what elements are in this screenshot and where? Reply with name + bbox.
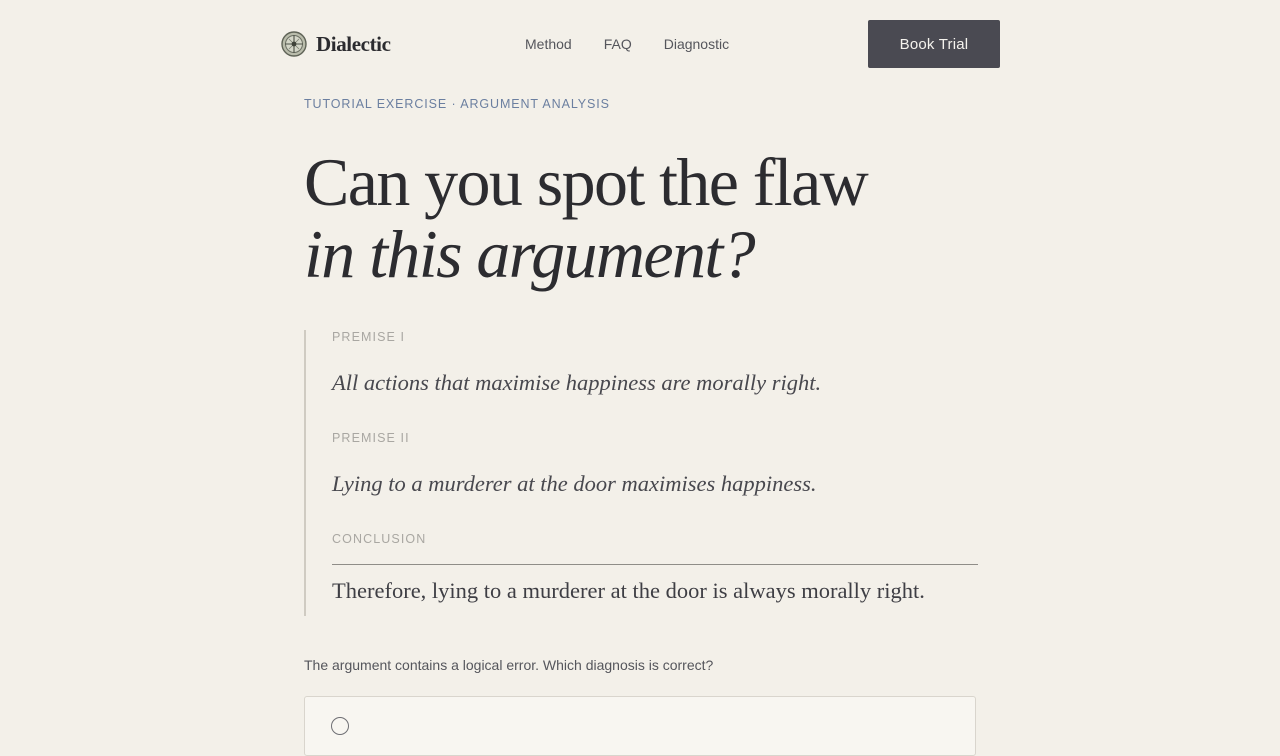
diagnosis-question: The argument contains a logical error. W…: [304, 657, 714, 673]
brand-name: Dialectic: [316, 31, 391, 56]
premise-2-text: Lying to a murderer at the door maximise…: [332, 471, 817, 496]
book-trial-button[interactable]: Book Trial: [868, 20, 1000, 68]
headline-line-1: Can you spot the flaw: [304, 144, 869, 220]
brand-link[interactable]: Dialectic: [281, 30, 391, 58]
nav-link-diagnostic[interactable]: Diagnostic: [664, 35, 729, 53]
premise-1-text: All actions that maximise happiness are …: [332, 370, 822, 395]
exercise-eyebrow: TUTORIAL EXERCISE · ARGUMENT ANALYSIS: [304, 97, 610, 111]
top-navigation: Dialectic Method FAQ Diagnostic Book Tri…: [0, 0, 1280, 88]
conclusion-divider: [332, 564, 978, 565]
conclusion-text: Therefore, lying to a murderer at the do…: [332, 578, 925, 603]
conclusion-label: CONCLUSION: [332, 532, 427, 546]
answer-option[interactable]: [304, 696, 976, 756]
page-title: Can you spot the flaw in this argument?: [304, 144, 869, 292]
argument-block: PREMISE I All actions that maximise happ…: [304, 330, 978, 616]
premise-1-label: PREMISE I: [332, 330, 406, 344]
nav-links: Method FAQ Diagnostic: [525, 35, 761, 53]
compass-seal-icon: [281, 31, 307, 57]
nav-link-faq[interactable]: FAQ: [604, 35, 632, 53]
headline-line-2: in this argument?: [304, 216, 756, 292]
nav-link-method[interactable]: Method: [525, 35, 572, 53]
premise-2-label: PREMISE II: [332, 431, 410, 445]
